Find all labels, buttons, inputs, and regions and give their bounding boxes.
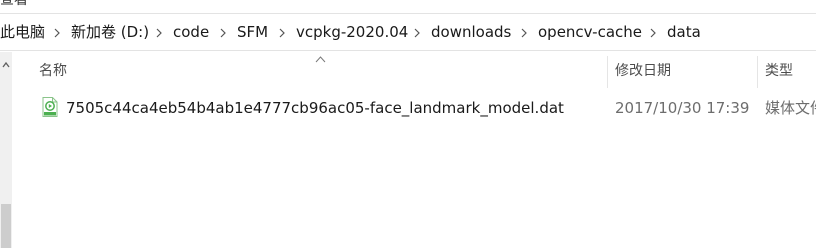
address-bar[interactable]: 此电脑 新加卷 (D:) code SFM vcpkg-2020.04 down… xyxy=(0,13,816,51)
file-type: 媒体文件 xyxy=(765,99,816,117)
file-list-item[interactable]: 7505c44ca4eb54b4ab1e4777cb96ac05-face_la… xyxy=(32,94,816,122)
breadcrumb-sfm[interactable]: SFM xyxy=(237,22,268,42)
breadcrumb-data[interactable]: data xyxy=(667,22,701,42)
vertical-scrollbar[interactable] xyxy=(0,52,12,248)
chevron-right-icon[interactable] xyxy=(412,27,422,39)
file-name: 7505c44ca4eb54b4ab1e4777cb96ac05-face_la… xyxy=(66,99,564,117)
column-header-name[interactable]: 名称 xyxy=(39,60,67,82)
column-header-modified[interactable]: 修改日期 xyxy=(615,60,671,82)
breadcrumb-code[interactable]: code xyxy=(173,22,209,42)
breadcrumb-opencv-cache[interactable]: opencv-cache xyxy=(538,22,642,42)
breadcrumb-drive-d[interactable]: 新加卷 (D:) xyxy=(71,22,149,42)
sort-ascending-icon xyxy=(315,56,326,63)
chevron-right-icon[interactable] xyxy=(218,27,228,39)
column-divider[interactable] xyxy=(607,56,608,88)
chevron-right-icon[interactable] xyxy=(52,27,62,39)
title-fragment: 查看 xyxy=(0,0,28,8)
file-modified-date: 2017/10/30 17:39 xyxy=(615,99,750,117)
column-header-type[interactable]: 类型 xyxy=(765,60,793,82)
chevron-right-icon[interactable] xyxy=(154,27,164,39)
breadcrumb-vcpkg[interactable]: vcpkg-2020.04 xyxy=(296,22,408,42)
chevron-right-icon[interactable] xyxy=(519,27,529,39)
media-file-icon xyxy=(42,97,58,117)
chevron-right-icon[interactable] xyxy=(277,27,287,39)
column-divider[interactable] xyxy=(757,56,758,88)
breadcrumb-this-pc[interactable]: 此电脑 xyxy=(0,22,45,42)
scroll-up-icon[interactable] xyxy=(0,52,12,76)
window-top-strip: 查看 xyxy=(0,0,816,10)
file-explorer-window: 查看 此电脑 新加卷 (D:) code SFM vcpkg-2020.04 d… xyxy=(0,0,816,248)
chevron-right-icon[interactable] xyxy=(648,27,658,39)
scrollbar-thumb[interactable] xyxy=(1,204,11,248)
breadcrumb-downloads[interactable]: downloads xyxy=(431,22,511,42)
